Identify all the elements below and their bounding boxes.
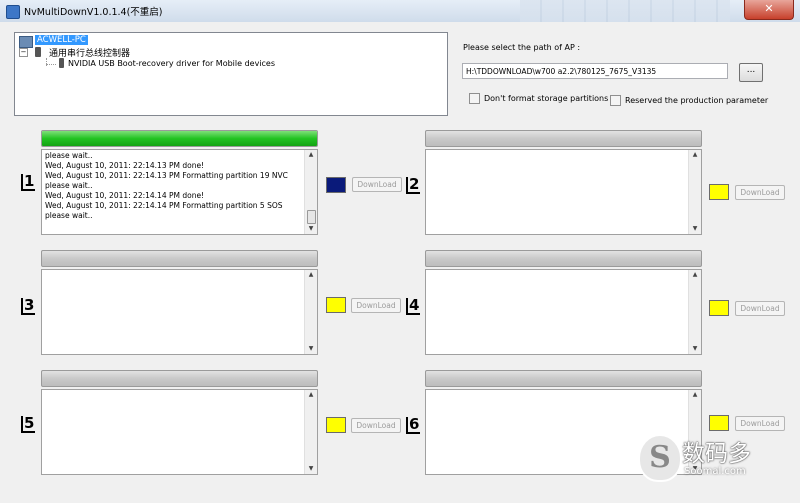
log-line: Wed, August 10, 2011: 22:14.14 PM done! bbox=[45, 191, 205, 200]
log-line: please wait.. bbox=[45, 181, 93, 190]
progress-bar bbox=[41, 370, 318, 387]
scroll-up-icon[interactable]: ▲ bbox=[689, 390, 701, 400]
device-tree[interactable]: ACWELL-PC − 通用串行总线控制器 NVIDIA USB Boot-re… bbox=[14, 32, 448, 116]
reserved-param-label: Reserved the production parameter bbox=[625, 96, 769, 105]
progress-bar bbox=[425, 370, 702, 387]
ap-path-label: Please select the path of AP : bbox=[463, 43, 581, 52]
log-box[interactable]: ▲ ▼ bbox=[41, 389, 318, 475]
watermark: S 数码多 Soomal.com bbox=[638, 432, 788, 484]
log-line: please wait.. bbox=[45, 211, 93, 220]
checkbox-box[interactable] bbox=[469, 93, 480, 104]
progress-bar bbox=[41, 250, 318, 267]
collapse-icon[interactable]: − bbox=[19, 48, 28, 57]
log-line: Wed, August 10, 2011: 22:14.14 PM Format… bbox=[45, 201, 283, 210]
status-indicator bbox=[326, 177, 346, 193]
status-indicator bbox=[326, 297, 346, 313]
log-box[interactable]: ▲ ▼ bbox=[425, 149, 702, 235]
watermark-cn-text: 数码多 bbox=[682, 441, 751, 467]
close-button[interactable]: ✕ bbox=[744, 0, 794, 20]
download-button[interactable]: DownLoad bbox=[352, 177, 402, 192]
slot-number: 5 bbox=[21, 416, 36, 433]
log-line: Wed, August 10, 2011: 22:14.13 PM done! bbox=[45, 161, 205, 170]
log-lines: please wait.. Wed, August 10, 2011: 22:14… bbox=[45, 151, 300, 221]
progress-bar bbox=[41, 130, 318, 147]
computer-icon bbox=[19, 36, 33, 48]
watermark-en-text: Soomal.com bbox=[684, 466, 746, 477]
progress-fill bbox=[42, 131, 317, 146]
window-title: NvMultiDownV1.0.1.4(不重启) bbox=[24, 7, 163, 18]
download-button[interactable]: DownLoad bbox=[351, 418, 401, 433]
checkbox-box[interactable] bbox=[610, 95, 621, 106]
log-box[interactable]: ▲ ▼ bbox=[425, 269, 702, 355]
log-box[interactable]: please wait.. Wed, August 10, 2011: 22:14… bbox=[41, 149, 318, 235]
scroll-thumb[interactable] bbox=[307, 210, 316, 224]
scroll-down-icon[interactable]: ▼ bbox=[305, 344, 317, 354]
download-button[interactable]: DownLoad bbox=[735, 301, 785, 316]
scroll-up-icon[interactable]: ▲ bbox=[689, 150, 701, 160]
slot-number: 3 bbox=[21, 298, 36, 315]
usb-controller-icon bbox=[35, 47, 41, 57]
download-button[interactable]: DownLoad bbox=[351, 298, 401, 313]
scroll-down-icon[interactable]: ▼ bbox=[305, 224, 317, 234]
scroll-up-icon[interactable]: ▲ bbox=[689, 270, 701, 280]
status-indicator bbox=[709, 300, 729, 316]
scroll-down-icon[interactable]: ▼ bbox=[689, 224, 701, 234]
log-scrollbar[interactable]: ▲ ▼ bbox=[688, 150, 701, 234]
status-indicator bbox=[709, 415, 729, 431]
log-scrollbar[interactable]: ▲ ▼ bbox=[304, 390, 317, 474]
download-button[interactable]: DownLoad bbox=[735, 185, 785, 200]
status-indicator bbox=[709, 184, 729, 200]
scroll-up-icon[interactable]: ▲ bbox=[305, 270, 317, 280]
scroll-down-icon[interactable]: ▼ bbox=[305, 464, 317, 474]
log-line: Wed, August 10, 2011: 22:14.13 PM Format… bbox=[45, 171, 288, 180]
background-window-ghost bbox=[520, 0, 730, 22]
usb-device-icon bbox=[59, 58, 64, 68]
slot-number: 4 bbox=[406, 298, 421, 315]
log-scrollbar[interactable]: ▲ ▼ bbox=[688, 270, 701, 354]
app-icon bbox=[6, 5, 20, 19]
log-scrollbar[interactable]: ▲ ▼ bbox=[304, 150, 317, 234]
scroll-up-icon[interactable]: ▲ bbox=[305, 390, 317, 400]
slot-number: 6 bbox=[406, 417, 421, 434]
soomal-logo-icon: S bbox=[638, 434, 682, 482]
scroll-up-icon[interactable]: ▲ bbox=[305, 150, 317, 160]
dont-format-checkbox[interactable]: Don't format storage partitions bbox=[469, 93, 608, 104]
tree-root-label[interactable]: ACWELL-PC bbox=[35, 35, 88, 45]
dont-format-label: Don't format storage partitions bbox=[484, 94, 609, 103]
nvidia-device-label[interactable]: NVIDIA USB Boot-recovery driver for Mobi… bbox=[68, 59, 275, 68]
slot-number: 1 bbox=[21, 174, 36, 191]
tree-connector bbox=[46, 64, 56, 65]
download-button[interactable]: DownLoad bbox=[735, 416, 785, 431]
progress-bar bbox=[425, 130, 702, 147]
log-line: please wait.. bbox=[45, 151, 93, 160]
progress-bar bbox=[425, 250, 702, 267]
scroll-down-icon[interactable]: ▼ bbox=[689, 344, 701, 354]
browse-button[interactable]: ... bbox=[739, 63, 763, 82]
log-box[interactable]: ▲ ▼ bbox=[41, 269, 318, 355]
status-indicator bbox=[326, 417, 346, 433]
ap-path-input[interactable]: H:\TDDOWNLOAD\w700 a2.2\780125_7675_V313… bbox=[462, 63, 728, 79]
log-scrollbar[interactable]: ▲ ▼ bbox=[304, 270, 317, 354]
title-bar: NvMultiDownV1.0.1.4(不重启) ✕ bbox=[0, 0, 800, 23]
slot-number: 2 bbox=[406, 177, 421, 194]
reserved-param-checkbox[interactable]: Reserved the production parameter bbox=[610, 95, 768, 106]
